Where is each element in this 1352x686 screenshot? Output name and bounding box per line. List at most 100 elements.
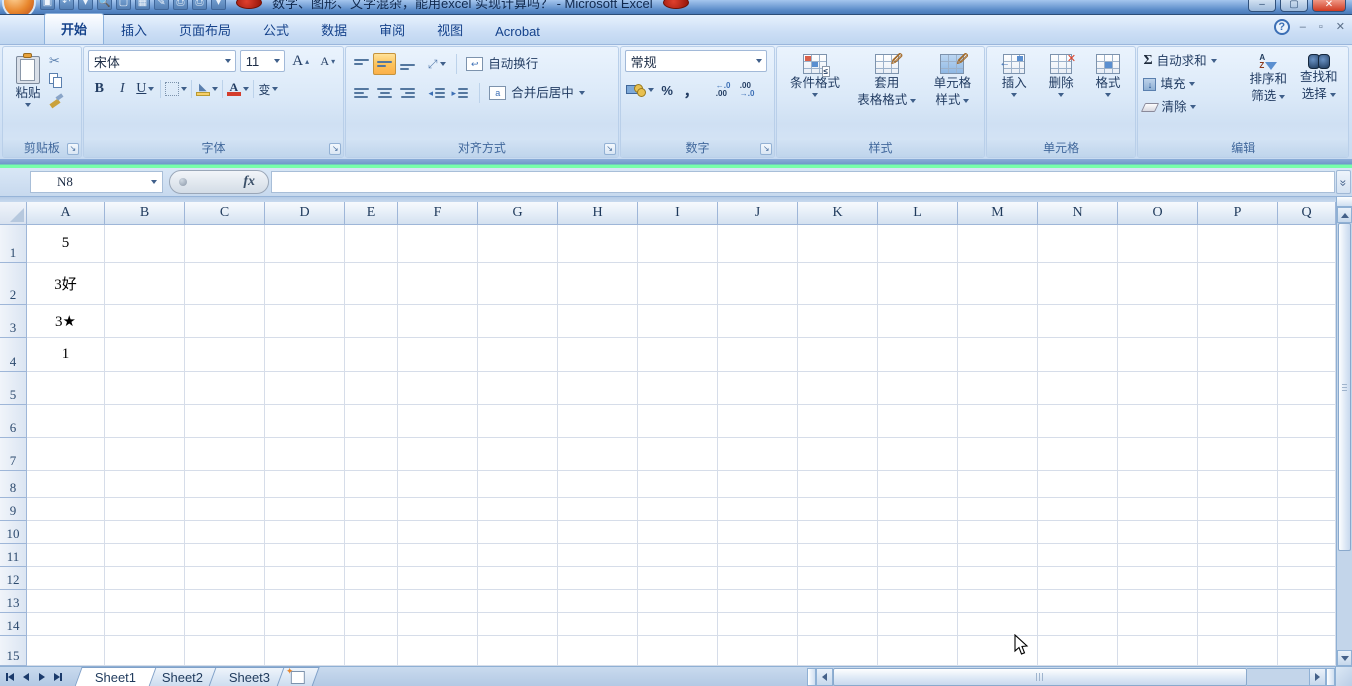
cell[interactable] [105,405,185,438]
cell[interactable] [958,225,1038,263]
cell[interactable] [398,438,478,471]
cell[interactable] [878,498,958,521]
cell[interactable] [1038,567,1118,590]
cell[interactable] [478,438,558,471]
cell[interactable] [1038,225,1118,263]
cell[interactable] [1278,338,1336,372]
scroll-left-button[interactable] [816,668,833,686]
cell[interactable] [1118,405,1198,438]
clipboard-dialog-launcher-icon[interactable]: ↘ [67,143,79,155]
column-header[interactable]: I [638,202,718,225]
cell[interactable] [1118,636,1198,666]
merge-center-button[interactable]: a 合并后居中 [488,82,586,104]
cell[interactable] [558,438,638,471]
cell[interactable] [398,405,478,438]
cell[interactable] [27,636,105,666]
cell[interactable] [1198,567,1278,590]
cell[interactable] [398,305,478,338]
align-top-button[interactable] [350,53,373,75]
help-icon[interactable]: ? [1274,19,1290,35]
cell[interactable] [105,613,185,636]
align-left-button[interactable] [350,82,373,104]
cell[interactable] [27,613,105,636]
cell[interactable] [265,263,345,305]
cell[interactable] [105,521,185,544]
shrink-font-button[interactable]: A▾ [316,50,339,72]
ribbon-tab-3[interactable]: 页面布局 [164,15,246,44]
cell[interactable] [958,263,1038,305]
cell[interactable] [718,521,798,544]
cell[interactable] [718,567,798,590]
vertical-split-handle[interactable] [1337,197,1352,207]
cell[interactable] [1038,405,1118,438]
cell[interactable] [878,613,958,636]
cell[interactable] [638,372,718,405]
row-header[interactable]: 8 [0,471,27,498]
column-header[interactable]: L [878,202,958,225]
cell[interactable] [105,590,185,613]
cell[interactable] [1038,544,1118,567]
cell[interactable] [718,405,798,438]
cell[interactable] [1198,471,1278,498]
font-size-combo[interactable]: 11 [240,50,285,72]
vertical-scroll-thumb[interactable] [1338,223,1351,551]
cell[interactable] [265,372,345,405]
customize-dropdown-icon[interactable]: ▾ [78,0,93,10]
horizontal-split-handle-right[interactable] [1326,668,1335,686]
wrap-text-button[interactable]: ↩ 自动换行 [465,53,539,75]
percent-style-button[interactable]: % [656,79,679,101]
cell[interactable] [1198,498,1278,521]
accounting-format-button[interactable] [625,79,655,101]
cell[interactable] [558,305,638,338]
format-painter-icon[interactable] [49,94,63,108]
cell[interactable] [105,263,185,305]
cell[interactable] [1038,438,1118,471]
ribbon-tab-5[interactable]: 数据 [306,15,362,44]
cell[interactable] [1118,498,1198,521]
cell[interactable] [798,498,878,521]
cell[interactable] [558,405,638,438]
next-sheet-button[interactable] [35,670,49,684]
cell[interactable] [398,263,478,305]
cell[interactable] [398,636,478,666]
cell[interactable] [798,372,878,405]
cell[interactable] [27,405,105,438]
cell[interactable]: 1 [27,338,105,372]
cell[interactable] [478,613,558,636]
cell[interactable] [1118,544,1198,567]
cell[interactable] [798,636,878,666]
cell[interactable] [1198,521,1278,544]
cell[interactable] [1278,636,1336,666]
cell[interactable] [1118,567,1198,590]
increase-indent-button[interactable]: ▸ [448,82,471,104]
cell[interactable] [398,613,478,636]
cell[interactable] [798,613,878,636]
cell[interactable] [345,305,398,338]
cell[interactable] [345,636,398,666]
cell[interactable] [398,338,478,372]
vertical-scroll-track[interactable] [1337,551,1352,650]
insert-function-button[interactable]: fx [169,170,269,194]
cell[interactable] [1198,438,1278,471]
cell[interactable] [558,498,638,521]
ribbon-tab-2[interactable]: 插入 [106,15,162,44]
cell[interactable] [105,471,185,498]
decrease-decimal-button[interactable]: .00→.0 [736,79,759,101]
copy-icon[interactable] [49,73,63,88]
cell[interactable] [1118,521,1198,544]
column-header[interactable]: B [105,202,185,225]
cell[interactable] [265,498,345,521]
print-preview-icon[interactable]: 🔍 [97,0,112,10]
cell[interactable] [1038,471,1118,498]
cell[interactable] [398,544,478,567]
cell[interactable] [265,305,345,338]
cell[interactable] [558,263,638,305]
cell[interactable] [798,305,878,338]
cell[interactable]: 3★ [27,305,105,338]
cell[interactable] [1118,613,1198,636]
cell[interactable] [265,590,345,613]
cell[interactable] [185,590,265,613]
cell[interactable] [478,372,558,405]
cell[interactable] [718,613,798,636]
cell[interactable] [1118,438,1198,471]
